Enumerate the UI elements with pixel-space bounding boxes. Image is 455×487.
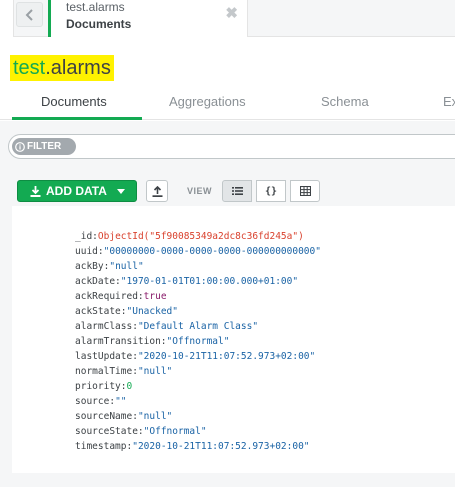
collection-name: .alarms xyxy=(45,57,111,79)
document-field[interactable]: ackRequired:true xyxy=(75,289,321,304)
field-value: "null" xyxy=(137,366,173,377)
document-field[interactable]: sourceName:"null" xyxy=(75,409,321,424)
document-field[interactable]: lastUpdate:"2020-10-21T11:07:52.973+02:0… xyxy=(75,349,321,364)
field-value: "null" xyxy=(109,261,144,272)
field-value: "1970-01-01T01:00:00.000+01:00" xyxy=(120,276,299,287)
list-icon xyxy=(231,187,243,195)
document-field[interactable]: ackState:"Unacked" xyxy=(75,304,321,319)
document-field[interactable]: alarmClass:"Default Alarm Class" xyxy=(75,319,321,334)
filter-pill-label: FILTER xyxy=(27,141,62,152)
upload-icon xyxy=(152,185,162,197)
field-value: "00000000-0000-0000-0000-000000000000" xyxy=(103,246,321,257)
document-field[interactable]: timestamp:"2020-10-21T11:07:52.973+02:00… xyxy=(75,439,321,454)
field-key: ackBy xyxy=(75,261,104,272)
table-view-button[interactable] xyxy=(290,180,320,202)
document-field[interactable]: _id:ObjectId("5f90085349a2dc8c36fd245a") xyxy=(75,229,321,244)
field-value: "Default Alarm Class" xyxy=(137,321,259,332)
field-value: "null" xyxy=(137,411,173,422)
field-key: _id xyxy=(75,231,93,242)
documents-toolbar: ADD DATA VIEW {} xyxy=(0,176,455,206)
braces-icon: {} xyxy=(264,185,278,197)
tab-documents[interactable]: Documents xyxy=(41,94,107,109)
document-field[interactable]: normalTime:"null" xyxy=(75,364,321,379)
document-field[interactable]: source:"" xyxy=(75,394,321,409)
workspace-tab-active[interactable]: test.alarms Documents ✖ xyxy=(48,0,248,37)
field-value: "2020-10-21T11:07:52.973+02:00" xyxy=(137,351,316,362)
field-key: uuid xyxy=(75,246,98,257)
field-key: sourceName xyxy=(75,411,133,422)
caret-down-icon xyxy=(116,188,125,194)
close-icon[interactable]: ✖ xyxy=(225,6,238,21)
filter-pill[interactable]: FILTER xyxy=(12,138,76,155)
document-field[interactable]: priority:0 xyxy=(75,379,321,394)
collection-title: test.alarms xyxy=(10,55,114,81)
tab-bar-left-edge xyxy=(0,0,14,37)
field-key: timestamp xyxy=(75,441,127,452)
tab-explain-plan[interactable]: Ex xyxy=(443,94,455,109)
field-value: 0 xyxy=(126,381,133,392)
field-value: ObjectId("5f90085349a2dc8c36fd245a") xyxy=(97,231,304,242)
field-key: alarmClass xyxy=(75,321,133,332)
table-icon xyxy=(299,186,311,196)
field-value: "Unacked" xyxy=(126,306,178,317)
field-value: "Offnormal" xyxy=(166,336,230,347)
field-key: ackState xyxy=(75,306,121,317)
add-data-label: ADD DATA xyxy=(46,184,107,198)
field-key: ackDate xyxy=(75,276,116,287)
download-icon xyxy=(30,185,41,197)
field-key: alarmTransition xyxy=(75,336,161,347)
document-fields: _id:ObjectId("5f90085349a2dc8c36fd245a")… xyxy=(75,229,321,454)
view-label: VIEW xyxy=(187,186,213,196)
collection-tabs: Documents Aggregations Schema Ex xyxy=(0,88,455,120)
field-key: ackRequired xyxy=(75,291,138,302)
field-value: "" xyxy=(115,396,127,407)
tab-subtitle: Documents xyxy=(66,17,132,31)
field-key: normalTime xyxy=(75,366,133,377)
field-key: sourceState xyxy=(75,426,138,437)
document-field[interactable]: ackDate:"1970-01-01T01:00:00.000+01:00" xyxy=(75,274,321,289)
tab-namespace: test.alarms xyxy=(66,0,125,14)
document-field[interactable]: ackBy:"null" xyxy=(75,259,321,274)
filter-input[interactable]: FILTER xyxy=(8,134,455,159)
field-value: true xyxy=(143,291,167,302)
document-field[interactable]: uuid:"00000000-0000-0000-0000-0000000000… xyxy=(75,244,321,259)
document-field[interactable]: alarmTransition:"Offnormal" xyxy=(75,334,321,349)
tab-aggregations[interactable]: Aggregations xyxy=(169,94,246,109)
field-key: source xyxy=(75,396,110,407)
json-view-button[interactable]: {} xyxy=(256,180,286,202)
active-tab-indicator xyxy=(12,117,142,120)
field-key: lastUpdate xyxy=(75,351,133,362)
workspace-tab-bar: test.alarms Documents ✖ xyxy=(0,0,455,37)
database-name: test xyxy=(13,57,46,79)
field-value: "Offnormal" xyxy=(143,426,207,437)
tab-schema[interactable]: Schema xyxy=(321,94,369,109)
tab-back-button[interactable] xyxy=(16,2,43,27)
add-data-button[interactable]: ADD DATA xyxy=(17,180,137,202)
field-key: priority xyxy=(75,381,121,392)
query-bar: FILTER xyxy=(0,121,455,176)
export-button[interactable] xyxy=(146,180,168,202)
document-field[interactable]: sourceState:"Offnormal" xyxy=(75,424,321,439)
chevron-left-icon xyxy=(25,8,33,21)
list-view-button[interactable] xyxy=(222,180,252,202)
info-icon xyxy=(15,141,25,152)
field-value: "2020-10-21T11:07:52.973+02:00" xyxy=(132,441,310,452)
